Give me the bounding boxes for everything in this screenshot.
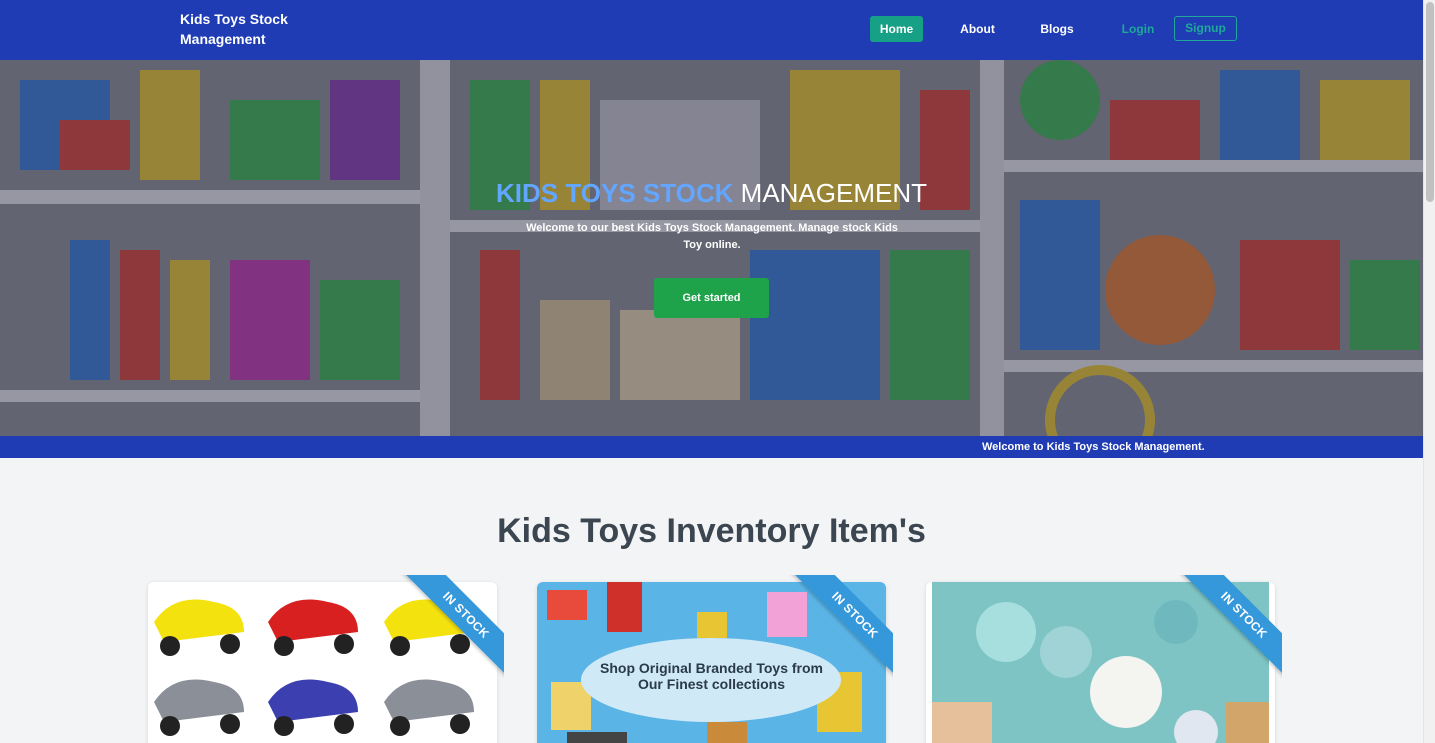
nav-signup-button[interactable]: Signup <box>1174 16 1237 41</box>
in-stock-badge: IN STOCK <box>788 575 893 682</box>
hero-title-rest: MANAGEMENT <box>740 178 927 208</box>
hero-subtitle: Welcome to our best Kids Toys Stock Mana… <box>526 222 898 251</box>
scrollbar-thumb[interactable] <box>1426 2 1434 202</box>
brand-logo[interactable]: Kids Toys Stock Management <box>180 9 320 49</box>
hero-title-accent: KIDS TOYS STOCK <box>496 178 734 208</box>
in-stock-badge: IN STOCK <box>399 575 504 682</box>
nav-login[interactable]: Login <box>1117 16 1159 42</box>
in-stock-badge: IN STOCK <box>1177 575 1282 682</box>
page-scrollbar[interactable] <box>1423 0 1435 743</box>
page: Kids Toys Stock Management Home About Bl… <box>0 0 1423 743</box>
in-stock-ribbon: IN STOCK <box>396 575 504 683</box>
in-stock-ribbon: IN STOCK <box>785 575 893 683</box>
hero-banner: KIDS TOYS STOCK MANAGEMENT Welcome to ou… <box>0 60 1423 436</box>
inventory-section-title: Kids Toys Inventory Item's <box>497 512 926 550</box>
nav-about[interactable]: About <box>955 16 1000 42</box>
hero-title: KIDS TOYS STOCK MANAGEMENT <box>0 178 1423 208</box>
nav-home[interactable]: Home <box>870 16 923 42</box>
in-stock-ribbon: IN STOCK <box>1174 575 1282 683</box>
marquee-text: Welcome to Kids Toys Stock Management. <box>982 441 1205 453</box>
get-started-button[interactable]: Get started <box>654 278 769 318</box>
top-navbar: Kids Toys Stock Management Home About Bl… <box>0 0 1423 60</box>
nav-blogs[interactable]: Blogs <box>1036 16 1078 42</box>
marquee-bar: Welcome to Kids Toys Stock Management. <box>0 436 1423 458</box>
